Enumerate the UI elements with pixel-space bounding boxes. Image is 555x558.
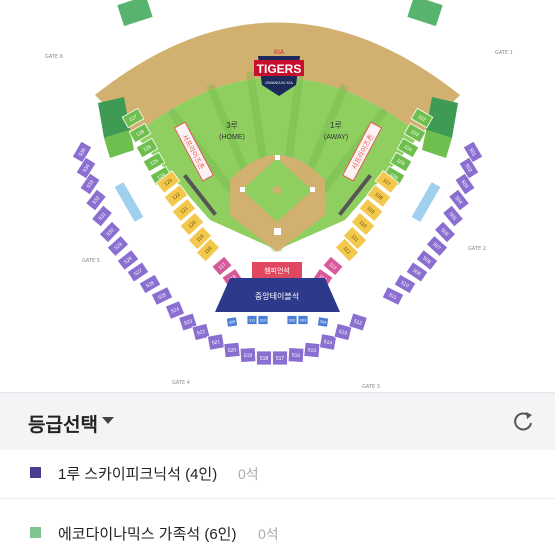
logo-sub-text: GWANGJU KIA — [265, 80, 293, 85]
second-base — [275, 155, 280, 160]
seat-section-label: 303 — [300, 317, 307, 322]
seat-section-label: 520 — [228, 347, 237, 354]
base-away-sub: (AWAY) — [324, 134, 348, 141]
base-away-label: 1루 — [330, 121, 342, 130]
grade-item-family[interactable]: 에코다이나믹스 가족석 (6인) 0석 — [0, 510, 555, 558]
grade-seat-count: 0석 — [238, 466, 259, 482]
seat-section-310[interactable]: 310 — [257, 315, 269, 325]
seat-section-label: 311 — [249, 317, 256, 322]
seat-section-label: 517 — [276, 356, 285, 362]
gate5-label: GATE 5 — [82, 258, 100, 264]
seat-section-label: 310 — [260, 317, 267, 322]
base-home-label: 3루 — [226, 121, 238, 130]
seat-section-304[interactable]: 304 — [316, 316, 330, 328]
seat-section-label: 516 — [292, 353, 301, 359]
seat-section-518[interactable]: 518 — [256, 350, 272, 366]
third-base — [240, 187, 245, 192]
stadium-seat-map[interactable]: KIA TIGERS GWANGJU KIA 3루 (HOME) 1루 (AWA… — [0, 0, 555, 392]
grade-label: 에코다이나믹스 가족석 (6인) — [58, 526, 237, 543]
seat-section-520[interactable]: 520 — [223, 341, 241, 359]
logo-main-text: TIGERS — [257, 62, 302, 76]
premium-section[interactable]: 챔피언석 — [252, 262, 302, 278]
central-table-section[interactable]: 중앙테이블석 — [215, 278, 340, 312]
seat-section-label: 519 — [244, 353, 253, 359]
grade-label: 1루 스카이피크닉석 (4인) — [58, 466, 218, 483]
grade-item-sky-picnic[interactable]: 1루 스카이피크닉석 (4인) 0석 — [0, 450, 555, 499]
gate4-label: GATE 4 — [172, 380, 190, 386]
gate1-label: GATE 1 — [495, 50, 513, 56]
base-home-sub: (HOME) — [219, 134, 245, 141]
grade-header: 등급선택 — [0, 392, 555, 450]
seat-section-label: 515 — [307, 347, 316, 354]
stadium-svg: KIA TIGERS GWANGJU KIA 3루 (HOME) 1루 (AWA… — [45, 0, 513, 392]
seat-section-label: 302 — [289, 317, 296, 322]
grade-color-swatch — [30, 467, 41, 478]
seat-section-303[interactable]: 303 — [297, 315, 309, 325]
seat-section-517[interactable]: 517 — [272, 350, 288, 366]
seat-section-309[interactable]: 309 — [225, 316, 239, 328]
seat-section-515[interactable]: 515 — [303, 341, 321, 359]
grade-color-swatch — [30, 527, 41, 538]
gate6-label: GATE 6 — [45, 54, 63, 60]
grade-seat-count: 0석 — [258, 526, 279, 542]
premium-label: 챔피언석 — [264, 266, 290, 275]
gate2-label: GATE 2 — [468, 246, 486, 252]
grade-panel: 등급선택 1루 스카이피크닉석 (4인) 0석 에코다이나믹스 가족석 (6인)… — [0, 392, 555, 555]
seat-section-302[interactable]: 302 — [286, 315, 298, 325]
home-plate — [274, 228, 281, 235]
central-table-label: 중앙테이블석 — [255, 291, 299, 301]
pitchers-mound — [273, 186, 281, 194]
logo-small-text: KIA — [274, 50, 284, 56]
seat-section-516[interactable]: 516 — [287, 347, 305, 363]
refresh-icon[interactable] — [509, 407, 537, 435]
grade-select-title[interactable]: 등급선택 — [28, 410, 98, 437]
first-base — [310, 187, 315, 192]
seat-section-311[interactable]: 311 — [246, 315, 258, 325]
seat-section-label: 518 — [260, 356, 269, 362]
gate3-label: GATE 3 — [362, 384, 380, 390]
seat-section-519[interactable]: 519 — [239, 347, 257, 363]
seat-section-521[interactable]: 521 — [206, 333, 226, 351]
caret-down-icon[interactable] — [102, 417, 114, 424]
